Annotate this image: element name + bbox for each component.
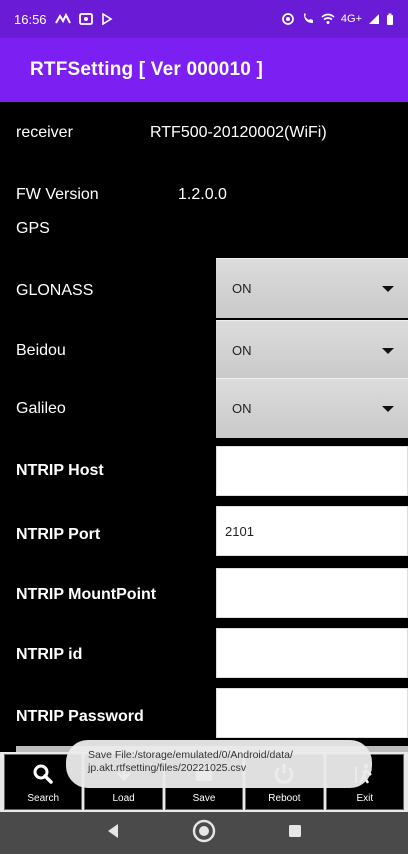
- status-time: 16:56: [14, 11, 47, 27]
- ntrip-host-input[interactable]: [216, 446, 408, 496]
- ntrip-port-input[interactable]: 2101: [216, 506, 408, 556]
- glonass-select[interactable]: ON: [216, 258, 408, 318]
- toast-line-1: Save File:/storage/emulated/0/Android/da…: [88, 749, 293, 761]
- reboot-button-label: Reboot: [268, 793, 301, 804]
- home-icon[interactable]: [192, 819, 216, 848]
- play-store-icon: [101, 13, 113, 25]
- receiver-label: receiver: [16, 124, 73, 141]
- network-type: 4G+: [340, 13, 362, 25]
- back-icon[interactable]: [106, 823, 120, 844]
- galileo-label: Galileo: [16, 400, 66, 417]
- message-icon: [78, 13, 93, 25]
- ntrip-port-label: NTRIP Port: [16, 526, 101, 543]
- save-button-label: Save: [192, 793, 216, 804]
- beidou-label: Beidou: [16, 342, 66, 359]
- fw-version-label: FW Version: [16, 186, 99, 203]
- search-icon: [32, 763, 54, 788]
- call-icon: [301, 12, 315, 26]
- dropdown-arrow-icon: [382, 406, 394, 412]
- recents-icon[interactable]: [288, 824, 302, 843]
- settings-content: receiver RTF500-20120002(WiFi) FW Versio…: [0, 102, 408, 750]
- battery-icon: [386, 13, 394, 26]
- exit-button-label: Exit: [356, 793, 374, 804]
- ntrip-password-input[interactable]: [216, 688, 408, 738]
- app-bar: RTFSetting [ Ver 000010 ]: [0, 38, 408, 102]
- app-title: RTFSetting [ Ver 000010 ]: [30, 59, 264, 80]
- ntrip-password-label: NTRIP Password: [16, 708, 144, 725]
- gps-label: GPS: [16, 220, 50, 237]
- search-button-label: Search: [27, 793, 60, 804]
- ntrip-id-input[interactable]: [216, 628, 408, 678]
- galileo-selected-value: ON: [232, 401, 252, 416]
- fw-version-value: 1.2.0.0: [178, 186, 227, 203]
- cell-signal-icon: [368, 13, 380, 25]
- ntrip-id-label: NTRIP id: [16, 646, 83, 663]
- toast-line-2: jp.akt.rtfsetting/files/20221025.csv: [88, 762, 247, 774]
- dropdown-arrow-icon: [382, 348, 394, 354]
- dropdown-arrow-icon: [382, 286, 394, 292]
- glonass-label: GLONASS: [16, 282, 94, 299]
- ntrip-mountpoint-label: NTRIP MountPoint: [16, 586, 157, 603]
- beidou-selected-value: ON: [232, 343, 252, 358]
- signal-wave-icon: [54, 13, 71, 25]
- galileo-select[interactable]: ON: [216, 378, 408, 438]
- beidou-select[interactable]: ON: [216, 320, 408, 380]
- system-nav-bar: [0, 812, 408, 854]
- toast-message: Save File:/storage/emulated/0/Android/da…: [66, 740, 372, 788]
- location-icon: [281, 12, 295, 26]
- wifi-icon: [321, 13, 335, 25]
- receiver-value: RTF500-20120002(WiFi): [150, 124, 327, 141]
- load-button-label: Load: [112, 793, 135, 804]
- ntrip-host-label: NTRIP Host: [16, 462, 104, 479]
- glonass-selected-value: ON: [232, 281, 252, 296]
- ntrip-mountpoint-input[interactable]: [216, 568, 408, 618]
- status-bar: 16:56 4G+: [0, 0, 408, 38]
